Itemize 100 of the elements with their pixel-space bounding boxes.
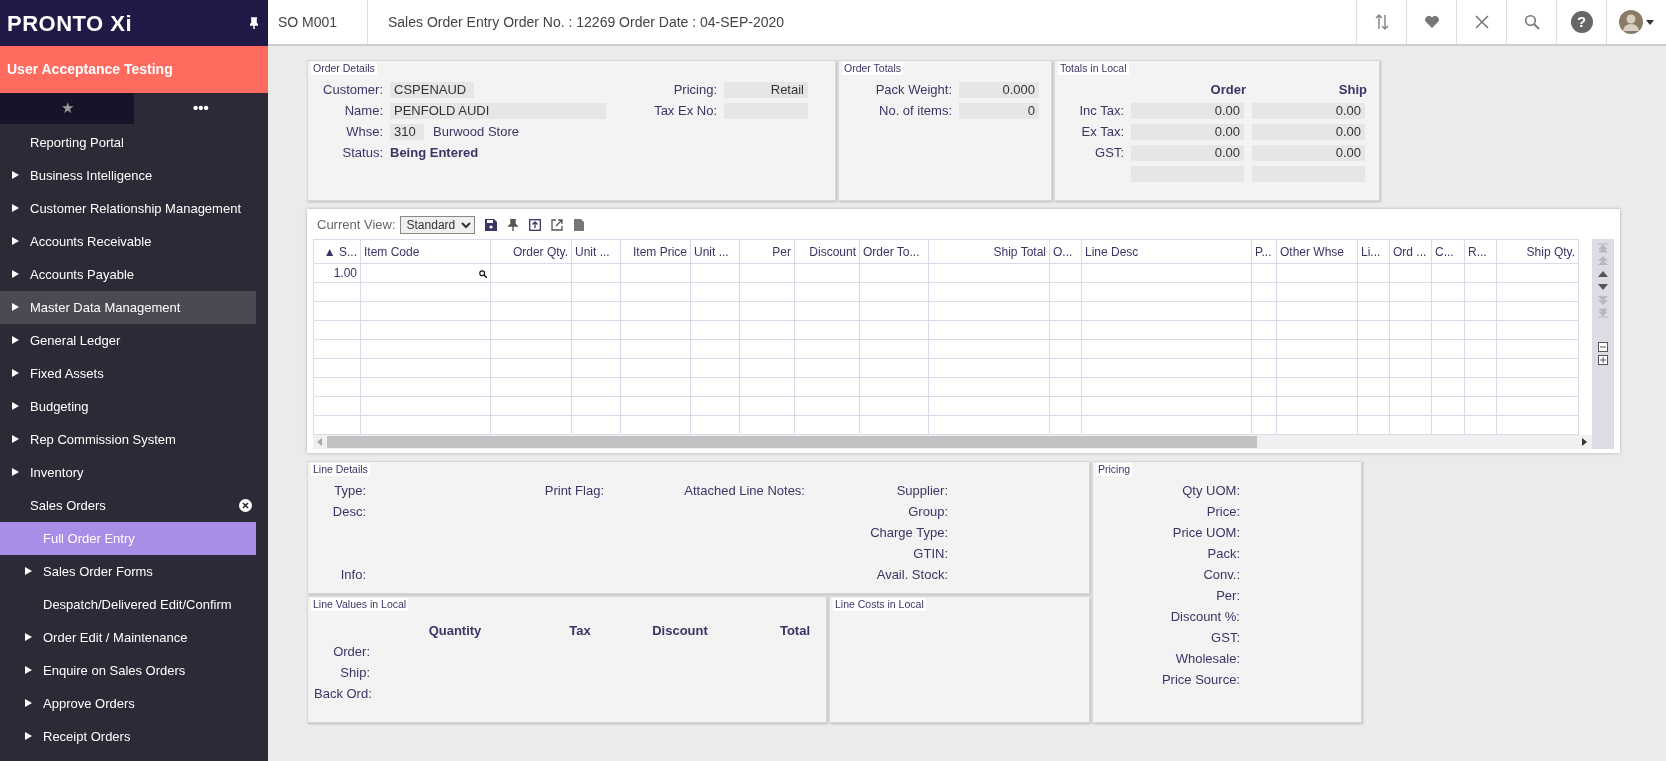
panel-title: Order Totals — [842, 62, 903, 75]
table-cell: 1.00 — [313, 263, 361, 283]
expand-triangle-icon[interactable] — [11, 204, 19, 213]
column-header: Discount — [651, 621, 709, 640]
expand-triangle-icon[interactable] — [24, 699, 32, 708]
sidebar-tab[interactable]: ★ — [0, 93, 134, 124]
horizontal-scrollbar[interactable] — [313, 435, 1592, 449]
column-header[interactable]: Item Code — [360, 239, 491, 264]
field-value: 0.00 — [1131, 123, 1244, 140]
sidebar-item[interactable]: Order Edit / Maintenance — [0, 621, 256, 654]
field-value: Retail — [724, 81, 808, 98]
help-button[interactable]: ? — [1570, 11, 1593, 33]
column-header[interactable]: Per — [739, 239, 795, 264]
pin-icon[interactable] — [506, 219, 519, 231]
expand-triangle-icon[interactable] — [11, 402, 19, 411]
field-label: GST: — [1210, 628, 1241, 647]
column-header[interactable]: Ship Qty. — [1496, 239, 1579, 264]
field-value: 0 — [959, 102, 1039, 119]
sidebar-item[interactable]: Despatch/Delivered Edit/Confirm — [0, 588, 256, 621]
sidebar-item[interactable]: Approve Orders — [0, 687, 256, 720]
field-label: Attached Line Notes: — [683, 482, 805, 500]
panel-title: Pricing — [1096, 463, 1133, 476]
avatar-icon[interactable] — [1619, 10, 1643, 34]
view-select[interactable]: Standard — [399, 216, 475, 234]
sidebar-item[interactable]: Accounts Receivable — [0, 225, 256, 258]
field-label: Name: — [343, 101, 384, 120]
field-label: Discount %: — [1169, 607, 1241, 626]
sidebar-item[interactable]: Sales Orders — [0, 489, 256, 522]
sidebar-item[interactable]: Budgeting — [0, 390, 256, 423]
sidebar-item[interactable]: General Ledger — [0, 324, 256, 357]
expand-triangle-icon[interactable] — [11, 468, 19, 477]
scroll-right-icon[interactable] — [1582, 438, 1588, 446]
sidebar-item[interactable]: Fixed Assets — [0, 357, 256, 390]
row-up-icon[interactable] — [1598, 269, 1608, 279]
column-header[interactable]: Li... — [1357, 239, 1390, 264]
field-label: Supplier: — [895, 482, 948, 500]
sidebar-item[interactable]: Sales Order Forms — [0, 555, 256, 588]
save-icon[interactable] — [484, 219, 497, 231]
expand-triangle-icon[interactable] — [11, 303, 19, 312]
sidebar-item[interactable]: Inventory — [0, 456, 256, 489]
field-label: Ex Tax: — [1080, 122, 1125, 141]
external-link-icon[interactable] — [550, 219, 563, 231]
sidebar-item[interactable]: Business Intelligence — [0, 159, 256, 192]
expand-triangle-icon[interactable] — [24, 732, 32, 741]
close-circle-icon[interactable] — [239, 499, 252, 512]
field-label: Inc Tax: — [1078, 101, 1125, 120]
expand-triangle-icon[interactable] — [11, 237, 19, 246]
expand-triangle-icon[interactable] — [24, 633, 32, 642]
sort-arrows-icon[interactable] — [1373, 13, 1390, 31]
column-header[interactable]: Order To... — [859, 239, 929, 264]
field-value: Burwood Store — [433, 122, 519, 141]
panel-title: Totals in Local — [1058, 62, 1129, 75]
collapse-icon[interactable] — [1598, 342, 1608, 352]
column-header[interactable]: Item Price — [620, 239, 691, 264]
expand-triangle-icon[interactable] — [11, 171, 19, 180]
expand-triangle-icon[interactable] — [11, 435, 19, 444]
expand-triangle-icon[interactable] — [11, 369, 19, 378]
field-label: Print Flag: — [543, 482, 604, 500]
sidebar-item[interactable]: Enquire on Sales Orders — [0, 654, 256, 687]
sidebar-item[interactable]: Reporting Portal — [0, 126, 256, 159]
sidebar-item[interactable]: Master Data Management — [0, 291, 256, 324]
sidebar-item[interactable]: Receipt Orders — [0, 720, 256, 753]
column-header: Total — [778, 621, 810, 640]
field-label: Customer: — [322, 80, 384, 99]
close-icon[interactable] — [1473, 14, 1490, 30]
environment-banner: User Acceptance Testing — [0, 46, 268, 93]
caret-icon[interactable] — [1646, 19, 1654, 25]
document-icon[interactable] — [572, 219, 585, 231]
column-header[interactable]: Ship Total — [928, 239, 1050, 264]
column-header[interactable]: R... — [1464, 239, 1497, 264]
column-header[interactable]: Unit ... — [690, 239, 740, 264]
search-icon[interactable] — [479, 269, 487, 278]
column-header[interactable]: Ord ... — [1389, 239, 1432, 264]
row-down-icon[interactable] — [1598, 282, 1608, 292]
column-header[interactable]: P... — [1251, 239, 1277, 264]
field-label: Avail. Stock: — [875, 566, 948, 584]
column-header[interactable]: ▲ S... — [313, 239, 361, 264]
expand-triangle-icon[interactable] — [24, 666, 32, 675]
heart-icon[interactable] — [1423, 14, 1440, 30]
field-value: 0.000 — [959, 81, 1039, 98]
expand-triangle-icon[interactable] — [11, 336, 19, 345]
sidebar-item[interactable]: Rep Commission System — [0, 423, 256, 456]
column-header[interactable]: Order Qty. — [490, 239, 572, 264]
column-header[interactable]: Line Desc — [1081, 239, 1252, 264]
column-header[interactable]: Unit ... — [571, 239, 621, 264]
field-value: 0.00 — [1131, 102, 1244, 119]
sidebar-item[interactable]: Customer Relationship Management — [0, 192, 256, 225]
screen-code: SO M001 — [268, 0, 368, 44]
expand-icon[interactable] — [1598, 355, 1608, 365]
expand-triangle-icon[interactable] — [11, 270, 19, 279]
panel-title: Line Costs in Local — [833, 598, 926, 611]
column-header[interactable]: C... — [1431, 239, 1465, 264]
column-header[interactable]: Discount — [794, 239, 860, 264]
sidebar-item[interactable]: Accounts Payable — [0, 258, 256, 291]
column-header[interactable]: O... — [1049, 239, 1082, 264]
column-chooser-icon[interactable] — [528, 219, 541, 231]
column-header[interactable]: Other Whse — [1276, 239, 1358, 264]
panel-title: Line Details — [311, 463, 370, 476]
field-label: Desc: — [331, 503, 366, 521]
expand-triangle-icon[interactable] — [24, 567, 32, 576]
